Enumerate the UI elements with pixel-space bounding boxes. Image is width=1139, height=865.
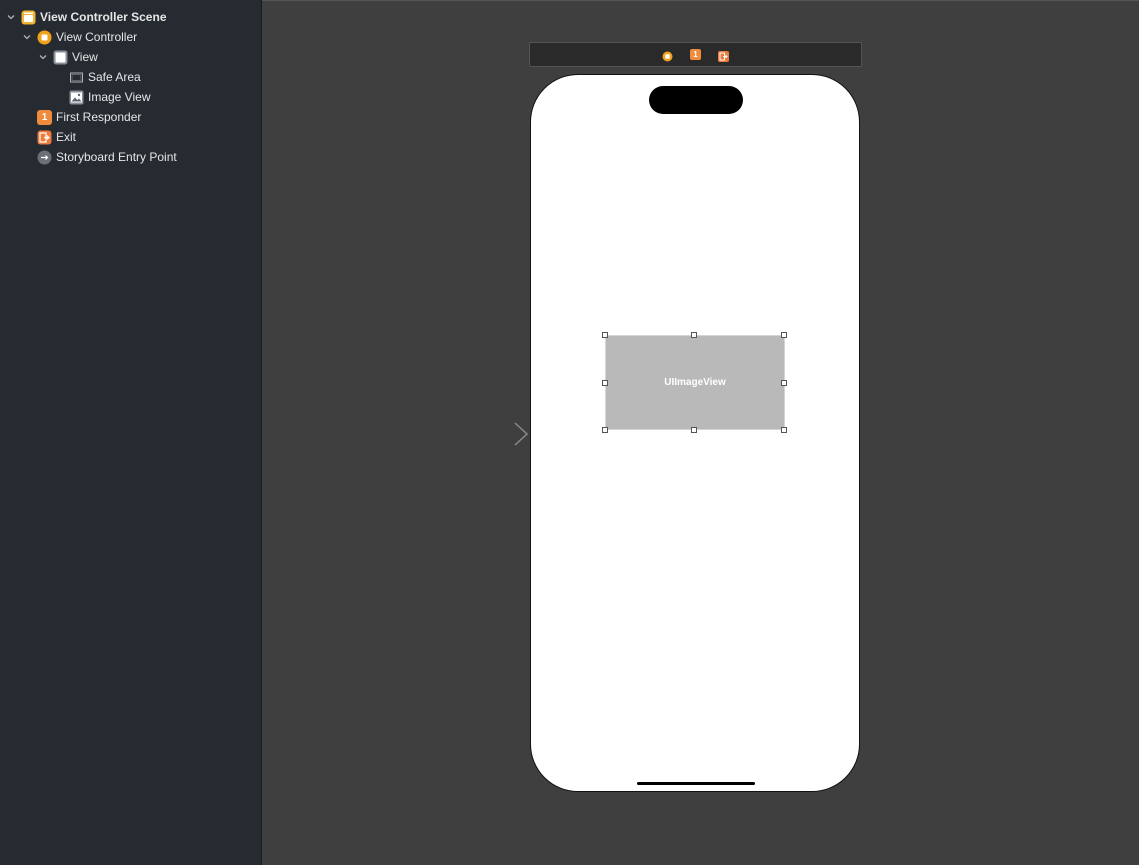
outline-row-exit[interactable]: Exit	[37, 127, 76, 147]
outline-row-safe-area[interactable]: Safe Area	[69, 67, 141, 87]
resize-handle-left[interactable]	[602, 380, 608, 386]
outline-row-view-controller[interactable]: View Controller	[21, 27, 137, 47]
image-view[interactable]: UIImageView	[605, 335, 785, 430]
resize-handle-bottom[interactable]	[691, 427, 697, 433]
exit-icon[interactable]	[718, 49, 729, 62]
scene-dock[interactable]: 1	[529, 42, 862, 67]
image-view-placeholder-label: UIImageView	[664, 377, 726, 388]
view-icon	[53, 50, 68, 65]
first-responder-icon: 1	[37, 109, 52, 125]
view-label: View	[72, 50, 98, 64]
image-view-icon	[69, 90, 84, 105]
canvas-divider	[262, 0, 1139, 1]
document-outline: View Controller Scene View Controller Vi…	[0, 0, 262, 865]
first-responder-badge: 1	[41, 111, 48, 123]
view-controller-label: View Controller	[56, 30, 138, 44]
image-view-label: Image View	[88, 90, 151, 104]
scene-label: View Controller Scene	[40, 10, 167, 24]
dynamic-island	[649, 86, 743, 114]
outline-row-view[interactable]: View	[37, 47, 98, 67]
first-responder-badge: 1	[693, 50, 698, 59]
home-indicator	[637, 782, 755, 785]
view-controller-icon	[37, 30, 52, 45]
resize-handle-top-right[interactable]	[781, 332, 787, 338]
safe-area-label: Safe Area	[88, 70, 141, 84]
resize-handle-bottom-right[interactable]	[781, 427, 787, 433]
view-controller-icon[interactable]	[662, 49, 673, 62]
outline-row-image-view[interactable]: Image View	[69, 87, 150, 107]
resize-handle-top[interactable]	[691, 332, 697, 338]
storyboard-entry-arrow[interactable]	[455, 421, 531, 452]
resize-handle-top-left[interactable]	[602, 332, 608, 338]
exit-icon	[37, 130, 52, 145]
device-frame[interactable]	[530, 74, 860, 792]
outline-row-entry-point[interactable]: Storyboard Entry Point	[37, 147, 177, 167]
entry-point-label: Storyboard Entry Point	[56, 150, 177, 164]
first-responder-icon[interactable]: 1	[690, 49, 701, 60]
outline-row-scene[interactable]: View Controller Scene	[5, 7, 167, 27]
exit-label: Exit	[56, 130, 77, 144]
safe-area-icon	[69, 70, 84, 85]
chevron-down-icon[interactable]	[37, 51, 49, 63]
entry-point-icon	[37, 150, 52, 165]
resize-handle-bottom-left[interactable]	[602, 427, 608, 433]
outline-row-first-responder[interactable]: 1 First Responder	[37, 107, 141, 127]
scene-icon	[21, 10, 36, 25]
first-responder-label: First Responder	[56, 110, 142, 124]
resize-handle-right[interactable]	[781, 380, 787, 386]
chevron-down-icon[interactable]	[21, 31, 33, 43]
chevron-down-icon[interactable]	[5, 11, 17, 23]
